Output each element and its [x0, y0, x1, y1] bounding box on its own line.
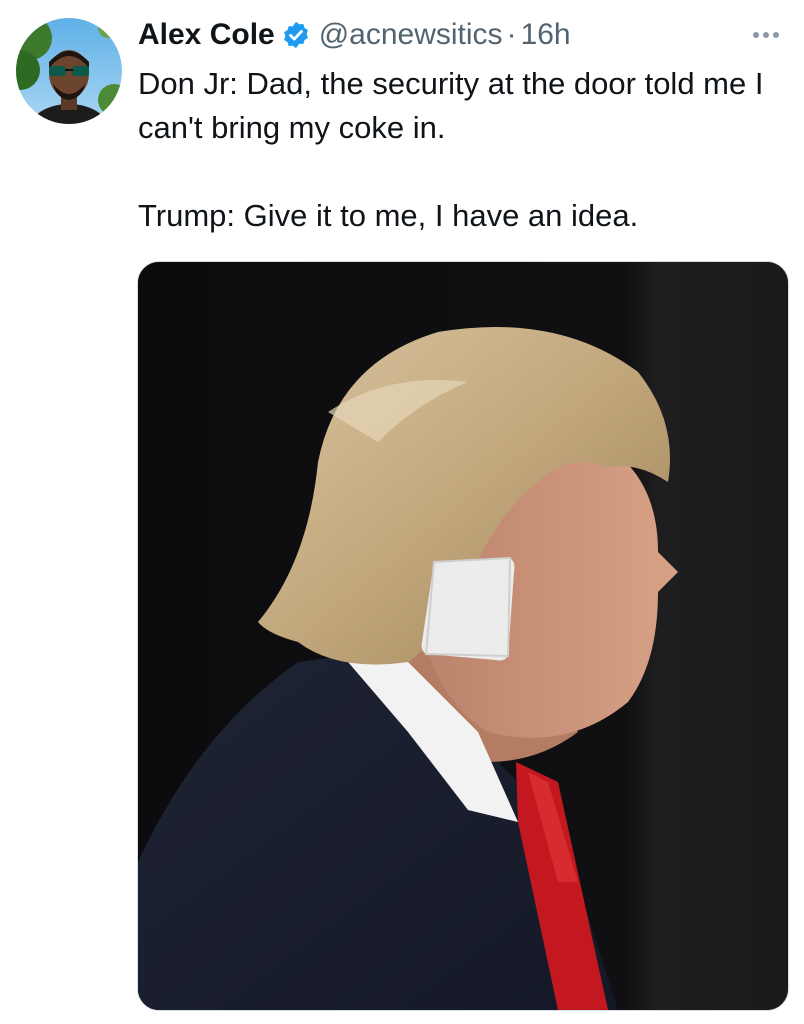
tweet-text-line: Don Jr: Dad, the security at the door to…: [138, 66, 764, 145]
author-display-name[interactable]: Alex Cole: [138, 14, 275, 56]
photo-image: [138, 262, 788, 1010]
header-separator: ·: [506, 18, 517, 51]
tweet-header: Alex Cole @acnewsitics · 16h: [138, 14, 571, 56]
tweet-card: Alex Cole @acnewsitics · 16h Don Jr: Dad…: [0, 0, 804, 1024]
verified-badge-icon: [281, 20, 311, 50]
author-handle[interactable]: @acnewsitics: [319, 14, 503, 56]
tweet-text: Don Jr: Dad, the security at the door to…: [138, 62, 788, 238]
tweet-timestamp[interactable]: 16h: [521, 14, 571, 56]
author-avatar[interactable]: [16, 18, 122, 124]
avatar-image: [16, 18, 122, 124]
tweet-text-line: Trump: Give it to me, I have an idea.: [138, 198, 639, 233]
more-icon[interactable]: [746, 20, 786, 50]
tweet-media-photo[interactable]: [137, 261, 789, 1011]
